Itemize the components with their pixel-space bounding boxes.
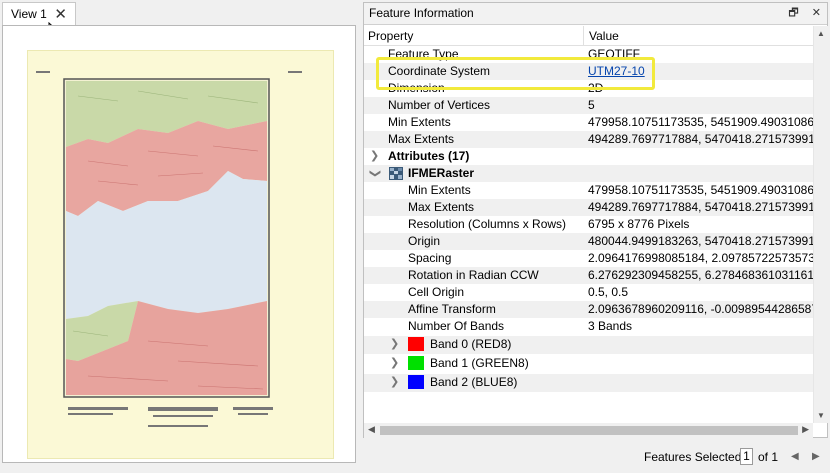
- green-band-swatch: [408, 356, 424, 370]
- chevron-down-icon[interactable]: ❯: [366, 169, 383, 178]
- row-value: 480044.9499183263, 5470418.2715739915: [588, 234, 813, 248]
- row-property: Resolution (Columns x Rows): [408, 217, 567, 231]
- row-property: Affine Transform: [408, 302, 496, 316]
- row-property: Number of Vertices: [388, 98, 491, 112]
- scroll-right-icon[interactable]: ▶: [802, 424, 809, 435]
- map-sheet: [27, 50, 334, 459]
- view-tab[interactable]: View 1 ✕: [2, 2, 76, 25]
- chevron-right-icon[interactable]: ❯: [370, 148, 379, 165]
- previous-page-icon[interactable]: ◀: [791, 448, 799, 466]
- table-row[interactable]: Rotation in Radian CCW 6.276292309458255…: [364, 267, 813, 284]
- band-row-red[interactable]: ❯ Band 0 (RED8): [364, 336, 813, 354]
- row-value: 5: [588, 98, 595, 112]
- band-label: Band 2 (BLUE8): [430, 375, 518, 389]
- chevron-right-icon[interactable]: ❯: [390, 374, 399, 391]
- row-property: Min Extents: [388, 115, 451, 129]
- next-page-icon[interactable]: ▶: [812, 448, 820, 466]
- table-row[interactable]: Min Extents 479958.10751173535, 5451909.…: [364, 182, 813, 199]
- band-row-blue[interactable]: ❯ Band 2 (BLUE8): [364, 374, 813, 392]
- panel-title: Feature Information: [369, 6, 474, 20]
- row-value: 494289.7697717884, 5470418.2715739915: [588, 132, 813, 146]
- row-value: 0.5, 0.5: [588, 285, 629, 299]
- raster-row[interactable]: ❯ IFMERaster: [364, 165, 813, 182]
- page-number-input[interactable]: 1: [740, 448, 753, 465]
- horizontal-scroll-thumb[interactable]: [380, 426, 798, 435]
- table-row[interactable]: Number Of Bands 3 Bands: [364, 318, 813, 335]
- table-header: Property Value: [364, 26, 827, 46]
- table-row[interactable]: Cell Origin 0.5, 0.5: [364, 284, 813, 301]
- row-property: Rotation in Radian CCW: [408, 268, 539, 282]
- row-value: 479958.10751173535, 5451909.490310865: [588, 115, 813, 129]
- attributes-row[interactable]: ❯ Attributes (17): [364, 148, 813, 165]
- page-count: of 1: [758, 450, 779, 464]
- row-property: Cell Origin: [408, 285, 465, 299]
- row-property: Spacing: [408, 251, 452, 265]
- close-panel-icon[interactable]: ✕: [812, 7, 821, 19]
- chevron-right-icon[interactable]: ❯: [390, 355, 399, 372]
- panel-title-bar: Feature Information 🗗 ✕: [364, 3, 827, 25]
- row-value: 2.0964176998085184, 2.097857225735739: [588, 251, 813, 265]
- row-property: Min Extents: [408, 183, 471, 197]
- features-selected-label: Features Selected:: [644, 450, 745, 464]
- scroll-down-icon[interactable]: ▼: [817, 411, 825, 420]
- property-tree: Feature Type GEOTIFF Coordinate System U…: [364, 46, 813, 423]
- band-label: Band 0 (RED8): [430, 337, 512, 351]
- table-row[interactable]: Min Extents 479958.10751173535, 5451909.…: [364, 114, 813, 131]
- row-value: 6.276292309458255, 6.278468361031161: [588, 268, 813, 282]
- blue-band-swatch: [408, 375, 424, 389]
- scroll-up-icon[interactable]: ▲: [817, 29, 825, 38]
- vertical-scrollbar[interactable]: ▲ ▼: [813, 26, 828, 423]
- raster-icon: [389, 167, 403, 180]
- band-row-green[interactable]: ❯ Band 1 (GREEN8): [364, 355, 813, 373]
- table-row[interactable]: Affine Transform 2.0963678960209116, -0.…: [364, 301, 813, 318]
- table-row[interactable]: Resolution (Columns x Rows) 6795 x 8776 …: [364, 216, 813, 233]
- table-row[interactable]: Number of Vertices 5: [364, 97, 813, 114]
- close-view-tab-icon[interactable]: ✕: [54, 5, 67, 23]
- row-value: 6795 x 8776 Pixels: [588, 217, 690, 231]
- column-header-property[interactable]: Property: [368, 29, 413, 43]
- table-row[interactable]: Max Extents 494289.7697717884, 5470418.2…: [364, 131, 813, 148]
- row-value: 2.0963678960209116, -0.0098954428658766.…: [588, 302, 813, 316]
- horizontal-scrollbar[interactable]: ◀ ▶: [364, 423, 813, 438]
- row-value: 494289.7697717884, 5470418.2715739915: [588, 200, 813, 214]
- coordinate-system-highlight: [376, 57, 655, 90]
- red-band-swatch: [408, 337, 424, 351]
- band-label: Band 1 (GREEN8): [430, 356, 529, 370]
- scroll-left-icon[interactable]: ◀: [368, 424, 375, 435]
- row-property: Max Extents: [408, 200, 475, 214]
- view-tab-label: View 1: [11, 7, 47, 21]
- row-value: 479958.10751173535, 5451909.490310865: [588, 183, 813, 197]
- row-property: Number Of Bands: [408, 319, 505, 333]
- float-panel-icon[interactable]: 🗗: [788, 7, 798, 19]
- raster-map-image: [36, 71, 302, 427]
- column-header-value[interactable]: Value: [589, 29, 619, 43]
- table-row[interactable]: Max Extents 494289.7697717884, 5470418.2…: [364, 199, 813, 216]
- table-row[interactable]: Origin 480044.9499183263, 5470418.271573…: [364, 233, 813, 250]
- row-property: Origin: [408, 234, 441, 248]
- raster-label: IFMERaster: [408, 166, 475, 180]
- chevron-right-icon[interactable]: ❯: [390, 336, 399, 353]
- attributes-label: Attributes (17): [388, 149, 470, 163]
- map-view[interactable]: [2, 25, 356, 463]
- table-row[interactable]: Spacing 2.0964176998085184, 2.0978572257…: [364, 250, 813, 267]
- row-value: 3 Bands: [588, 319, 633, 333]
- row-property: Max Extents: [388, 132, 455, 146]
